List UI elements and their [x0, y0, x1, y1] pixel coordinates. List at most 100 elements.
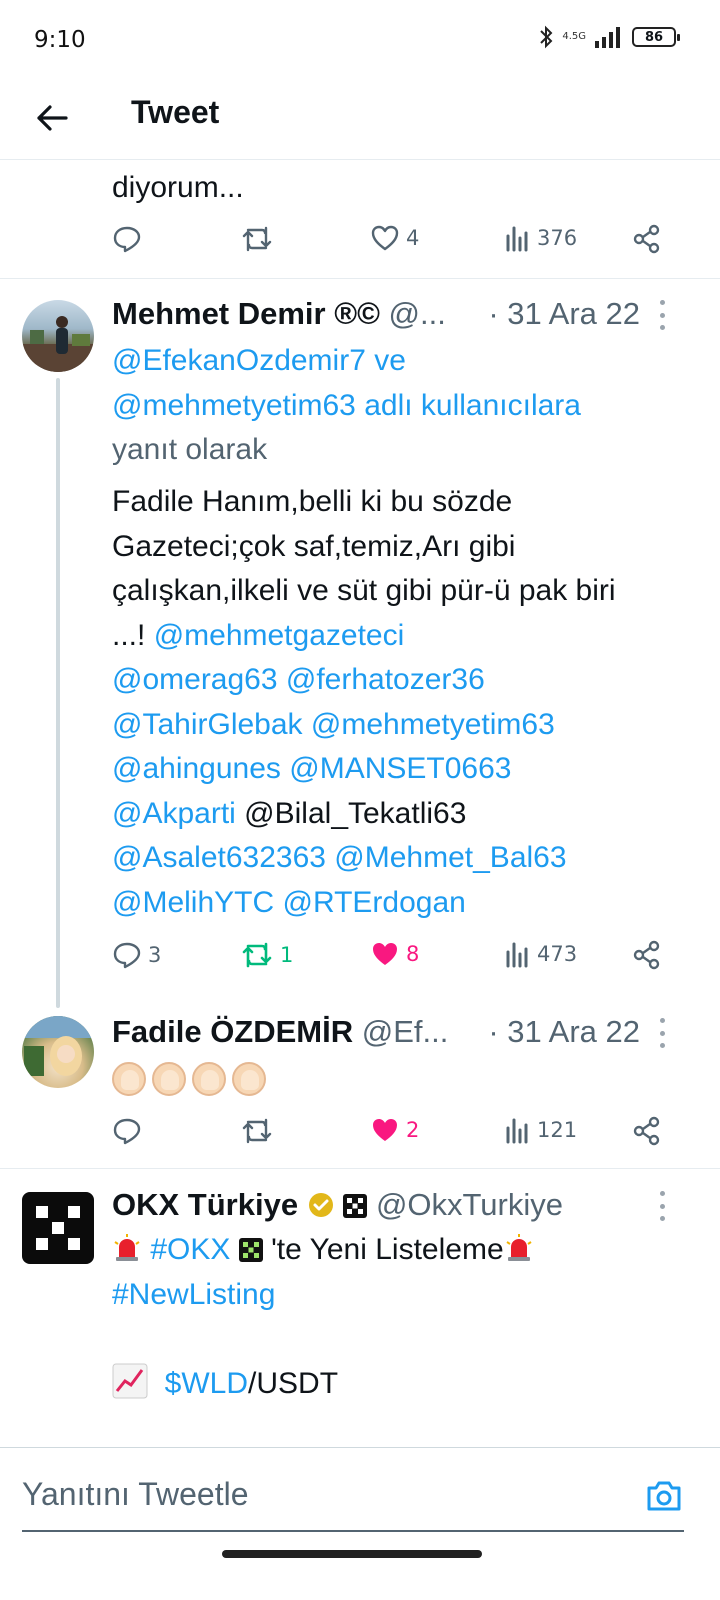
share-button[interactable]: [632, 1116, 662, 1146]
like-count: 2: [406, 1118, 420, 1142]
mention-link[interactable]: @mehmetgazeteci: [154, 619, 405, 652]
views-button[interactable]: 121: [505, 1116, 577, 1144]
camera-button[interactable]: [644, 1476, 684, 1516]
avatar-photo: [22, 1016, 94, 1076]
reply-button[interactable]: 3: [112, 940, 161, 970]
author-name[interactable]: OKX Türkiye: [112, 1187, 298, 1222]
reply-composer: Yanıtını Tweetle: [0, 1447, 720, 1557]
mention-link[interactable]: @Akparti: [112, 797, 236, 830]
like-button[interactable]: 2: [370, 1116, 419, 1144]
tweet-date[interactable]: · 31 Ara 22: [488, 1014, 640, 1050]
clapping-hands-emoji-icon: [192, 1062, 226, 1097]
home-indicator[interactable]: [222, 1550, 482, 1558]
network-type: 4.5G: [562, 31, 586, 42]
like-icon: [373, 943, 397, 965]
chart-emoji-icon: [112, 1363, 148, 1398]
like-icon: [373, 1119, 397, 1141]
pair-suffix: /USDT: [248, 1366, 339, 1400]
avatar[interactable]: [22, 300, 94, 372]
views-count: 473: [537, 942, 578, 966]
share-icon: [633, 224, 660, 254]
reply-context: @EfekanOzdemir7 ve @mehmetyetim63 adlı k…: [112, 339, 692, 473]
tweet-date[interactable]: · 31 Ara 22: [488, 296, 640, 332]
retweet-button[interactable]: 1: [240, 940, 293, 970]
tweet-body: Fadile Hanım,belli ki bu sözde Gazeteci;…: [112, 480, 652, 925]
author-name[interactable]: Mehmet Demir ®©: [112, 296, 380, 331]
hashtag-link[interactable]: #OKX: [150, 1233, 230, 1266]
like-count: 8: [406, 942, 420, 966]
more-icon[interactable]: [652, 1018, 672, 1048]
reply-button[interactable]: [112, 1116, 142, 1146]
mention-link[interactable]: @EfekanOzdemir7: [112, 344, 366, 377]
mention-link[interactable]: @ferhatozer36: [286, 663, 485, 696]
cashtag-link[interactable]: $WLD: [165, 1367, 248, 1400]
retweet-icon: [242, 942, 272, 968]
back-arrow-icon: [37, 105, 68, 131]
author-handle[interactable]: @...: [389, 296, 446, 331]
camera-icon: [647, 1481, 681, 1511]
author-name[interactable]: Fadile ÖZDEMİR: [112, 1014, 353, 1049]
thread-line: [56, 378, 60, 1008]
mention-link[interactable]: @TahirGlebak: [112, 708, 303, 741]
reply-icon: [113, 942, 141, 969]
bluetooth-icon: [540, 25, 553, 49]
retweet-button[interactable]: [240, 224, 274, 254]
mention-link[interactable]: @omerag63: [112, 663, 278, 696]
views-icon: [506, 226, 528, 252]
status-time: 9:10: [34, 27, 86, 53]
retweet-icon: [242, 226, 272, 252]
mention-link[interactable]: @ahingunes: [112, 752, 281, 785]
avatar[interactable]: [22, 1016, 94, 1088]
back-button[interactable]: [30, 96, 74, 140]
previous-tweet-text: diyorum...: [112, 171, 244, 204]
mention-link[interactable]: @MelihYTC: [112, 886, 274, 919]
mention-link[interactable]: @Mehmet_Bal63: [334, 841, 566, 874]
mention-plain: @Bilal_Tekatli63: [244, 796, 467, 830]
like-count: 4: [406, 226, 420, 250]
more-icon[interactable]: [652, 1191, 672, 1221]
reply-input[interactable]: Yanıtını Tweetle: [22, 1476, 249, 1513]
tweet-actions: 3 1 8 473: [112, 940, 672, 980]
views-button[interactable]: 473: [505, 940, 577, 968]
reply-icon: [113, 1118, 141, 1145]
status-bar: 9:10 4.5G 86: [0, 0, 720, 80]
views-button[interactable]: 376: [505, 224, 577, 252]
like-button[interactable]: 4: [370, 224, 419, 252]
more-icon[interactable]: [652, 300, 672, 330]
reply-count: 3: [148, 943, 162, 967]
siren-emoji-icon: [506, 1234, 532, 1261]
share-icon: [633, 940, 660, 970]
reply-icon: [113, 226, 141, 253]
retweet-button[interactable]: [240, 1116, 274, 1146]
mention-link[interactable]: @MANSET0663: [289, 752, 511, 785]
share-button[interactable]: [632, 940, 662, 970]
avatar[interactable]: [22, 1192, 94, 1264]
clapping-hands-emoji-icon: [232, 1062, 266, 1097]
page-title: Tweet: [131, 94, 220, 130]
mention-link[interactable]: @mehmetyetim63: [311, 708, 555, 741]
share-button[interactable]: [632, 224, 662, 254]
okx-mini-logo-icon: [343, 1194, 368, 1218]
tweet-header: OKX Türkiye @OkxTurkiye: [112, 1187, 672, 1227]
mention-link[interactable]: @RTErdogan: [283, 886, 466, 919]
mention-link[interactable]: @Asalet632363: [112, 841, 326, 874]
hashtag-link[interactable]: #NewListing: [112, 1278, 275, 1311]
reply-suffix: yanıt olarak: [112, 433, 268, 466]
tweet-header: Mehmet Demir ®© @... · 31 Ara 22: [112, 296, 672, 336]
okx-mini-logo-icon: [238, 1238, 263, 1262]
views-count: 121: [537, 1118, 578, 1142]
signal-icon: [595, 27, 620, 48]
listing-text: 'te Yeni Listeleme: [271, 1233, 504, 1266]
author-handle[interactable]: @OkxTurkiye: [376, 1187, 563, 1222]
tweet-body: [112, 1056, 692, 1101]
previous-tweet-actions: 4 376: [112, 224, 672, 264]
divider: [0, 278, 720, 279]
retweet-count: 1: [280, 943, 294, 967]
like-button[interactable]: 8: [370, 940, 419, 968]
reply-button[interactable]: [112, 224, 142, 254]
mention-link[interactable]: @mehmetyetim63 adlı kullanıcılara: [112, 389, 581, 422]
reply-connector: ve: [365, 344, 406, 377]
author-handle[interactable]: @Ef...: [362, 1014, 449, 1049]
clapping-hands-emoji-icon: [112, 1062, 146, 1097]
app-header: Tweet: [0, 80, 720, 160]
